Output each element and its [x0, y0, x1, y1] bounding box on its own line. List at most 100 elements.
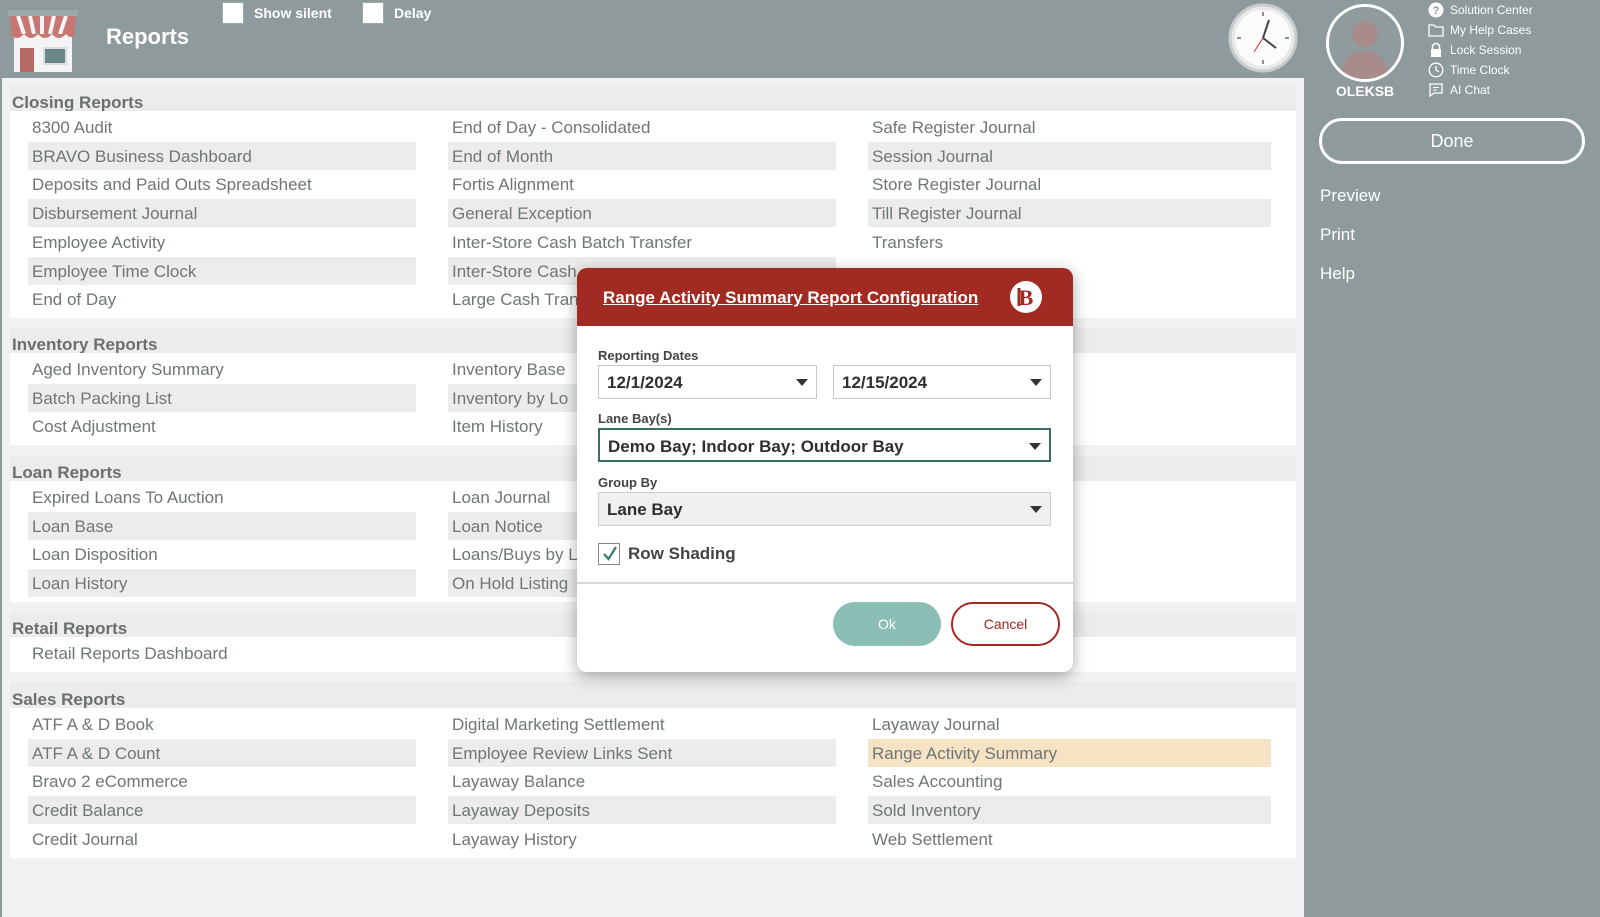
report-link[interactable]: Employee Review Links Sent: [448, 738, 836, 767]
report-link[interactable]: Transfers: [868, 228, 1271, 256]
preview-action[interactable]: Preview: [1320, 186, 1380, 206]
end-date-value: 12/15/2024: [842, 373, 928, 392]
help-action[interactable]: Help: [1320, 264, 1355, 284]
report-link[interactable]: Credit Balance: [28, 796, 416, 825]
report-link[interactable]: Loan Base: [28, 511, 416, 540]
group-by-select[interactable]: Lane Bay: [598, 492, 1051, 526]
reporting-dates-label: Reporting Dates: [598, 348, 699, 363]
show-silent-checkbox[interactable]: Show silent: [222, 2, 332, 24]
report-link[interactable]: Session Journal: [868, 141, 1271, 170]
dialog-divider: [577, 582, 1073, 584]
report-link[interactable]: Web Settlement: [868, 825, 1271, 853]
report-link[interactable]: Fortis Alignment: [448, 170, 836, 198]
folder-icon: [1428, 24, 1444, 37]
lane-bays-value: Demo Bay; Indoor Bay; Outdoor Bay: [608, 437, 904, 456]
show-silent-box[interactable]: [222, 2, 244, 24]
right-sidebar: OLEKSB ? Solution Center My Help Cases L…: [1304, 0, 1600, 917]
report-group: ATF A & D Book ATF A & D Count Bravo 2 eCo…: [10, 708, 1296, 858]
clock-icon: [1228, 3, 1298, 73]
show-silent-label: Show silent: [254, 5, 332, 21]
time-clock-label: Time Clock: [1450, 63, 1510, 77]
report-config-dialog: Range Activity Summary Report Configurat…: [577, 268, 1073, 672]
checkmark-icon: [603, 546, 617, 561]
start-date-picker[interactable]: 12/1/2024: [598, 365, 817, 399]
lane-bays-label: Lane Bay(s): [598, 411, 672, 426]
report-link[interactable]: Credit Journal: [28, 825, 416, 853]
end-date-picker[interactable]: 12/15/2024: [833, 365, 1051, 399]
report-link[interactable]: Layaway Journal: [868, 710, 1271, 738]
solution-center-link[interactable]: ? Solution Center: [1428, 2, 1533, 18]
report-link[interactable]: Sales Accounting: [868, 767, 1271, 795]
lock-session-link[interactable]: Lock Session: [1428, 42, 1521, 58]
report-link[interactable]: ATF A & D Book: [28, 710, 416, 738]
report-link[interactable]: 8300 Audit: [28, 113, 416, 141]
username: OLEKSB: [1335, 83, 1395, 99]
svg-text:B: B: [1019, 285, 1034, 310]
lock-session-label: Lock Session: [1450, 43, 1522, 57]
chevron-down-icon: [1030, 506, 1042, 513]
cancel-button[interactable]: Cancel: [951, 602, 1060, 646]
report-link[interactable]: Safe Register Journal: [868, 113, 1271, 141]
report-link[interactable]: Digital Marketing Settlement: [448, 710, 836, 738]
report-link[interactable]: Loan Disposition: [28, 540, 416, 568]
page-title: Reports: [106, 24, 190, 49]
report-link[interactable]: Inter-Store Cash Batch Transfer: [448, 228, 836, 256]
delay-label: Delay: [394, 5, 432, 21]
report-link[interactable]: Range Activity Summary: [868, 738, 1271, 767]
row-shading-box[interactable]: [598, 543, 620, 565]
dialog-header: Range Activity Summary Report Configurat…: [577, 268, 1073, 326]
report-link[interactable]: End of Month: [448, 141, 836, 170]
ok-button[interactable]: Ok: [833, 602, 941, 646]
report-link[interactable]: ATF A & D Count: [28, 738, 416, 767]
report-link[interactable]: Loan History: [28, 569, 416, 598]
row-shading-checkbox[interactable]: Row Shading: [598, 543, 736, 565]
group-by-value: Lane Bay: [607, 500, 683, 519]
my-help-cases-label: My Help Cases: [1450, 23, 1532, 37]
report-link[interactable]: Layaway Deposits: [448, 796, 836, 825]
report-link[interactable]: Cost Adjustment: [28, 412, 416, 440]
row-shading-label: Row Shading: [628, 544, 736, 563]
time-clock-icon: [1428, 62, 1444, 78]
report-link[interactable]: Layaway Balance: [448, 767, 836, 795]
bravo-logo-icon: B: [1009, 280, 1043, 314]
report-link[interactable]: Employee Activity: [28, 228, 416, 256]
lock-icon: [1431, 42, 1441, 57]
ai-chat-label: AI Chat: [1450, 83, 1491, 97]
solution-center-label: Solution Center: [1450, 3, 1533, 17]
report-link[interactable]: Deposits and Paid Outs Spreadsheet: [28, 170, 416, 198]
report-link[interactable]: Batch Packing List: [28, 383, 416, 412]
done-button[interactable]: Done: [1319, 118, 1585, 164]
lane-bays-select[interactable]: Demo Bay; Indoor Bay; Outdoor Bay: [598, 428, 1051, 462]
report-link[interactable]: Disbursement Journal: [28, 199, 416, 228]
svg-text:?: ?: [1433, 5, 1440, 17]
report-link[interactable]: End of Day: [28, 285, 416, 313]
avatar[interactable]: [1326, 4, 1404, 82]
chat-icon: [1429, 83, 1443, 98]
report-link[interactable]: End of Day - Consolidated: [448, 113, 836, 141]
report-link[interactable]: Bravo 2 eCommerce: [28, 767, 416, 795]
report-link[interactable]: Expired Loans To Auction: [28, 483, 416, 511]
help-circle-icon: ?: [1428, 2, 1444, 18]
delay-checkbox[interactable]: Delay: [362, 2, 431, 24]
my-help-cases-link[interactable]: My Help Cases: [1428, 22, 1531, 38]
report-link[interactable]: Employee Time Clock: [28, 256, 416, 285]
start-date-value: 12/1/2024: [607, 373, 683, 392]
report-link[interactable]: Sold Inventory: [868, 796, 1271, 825]
report-link[interactable]: Layaway History: [448, 825, 836, 853]
report-link[interactable]: General Exception: [448, 199, 836, 228]
dialog-title: Range Activity Summary Report Configurat…: [603, 288, 979, 307]
delay-box[interactable]: [362, 2, 384, 24]
report-link[interactable]: Till Register Journal: [868, 199, 1271, 228]
group-by-label: Group By: [598, 475, 658, 490]
print-action[interactable]: Print: [1320, 225, 1355, 245]
store-logo-icon: [8, 8, 78, 74]
chevron-down-icon: [1029, 443, 1041, 450]
ai-chat-link[interactable]: AI Chat: [1428, 82, 1490, 98]
time-clock-link[interactable]: Time Clock: [1428, 62, 1510, 78]
report-link[interactable]: Store Register Journal: [868, 170, 1271, 198]
report-link[interactable]: Aged Inventory Summary: [28, 355, 416, 383]
report-link[interactable]: BRAVO Business Dashboard: [28, 141, 416, 170]
top-bar: Reports Show silent Delay: [0, 0, 1304, 78]
chevron-down-icon: [1030, 379, 1042, 386]
report-link[interactable]: Retail Reports Dashboard: [28, 639, 416, 667]
